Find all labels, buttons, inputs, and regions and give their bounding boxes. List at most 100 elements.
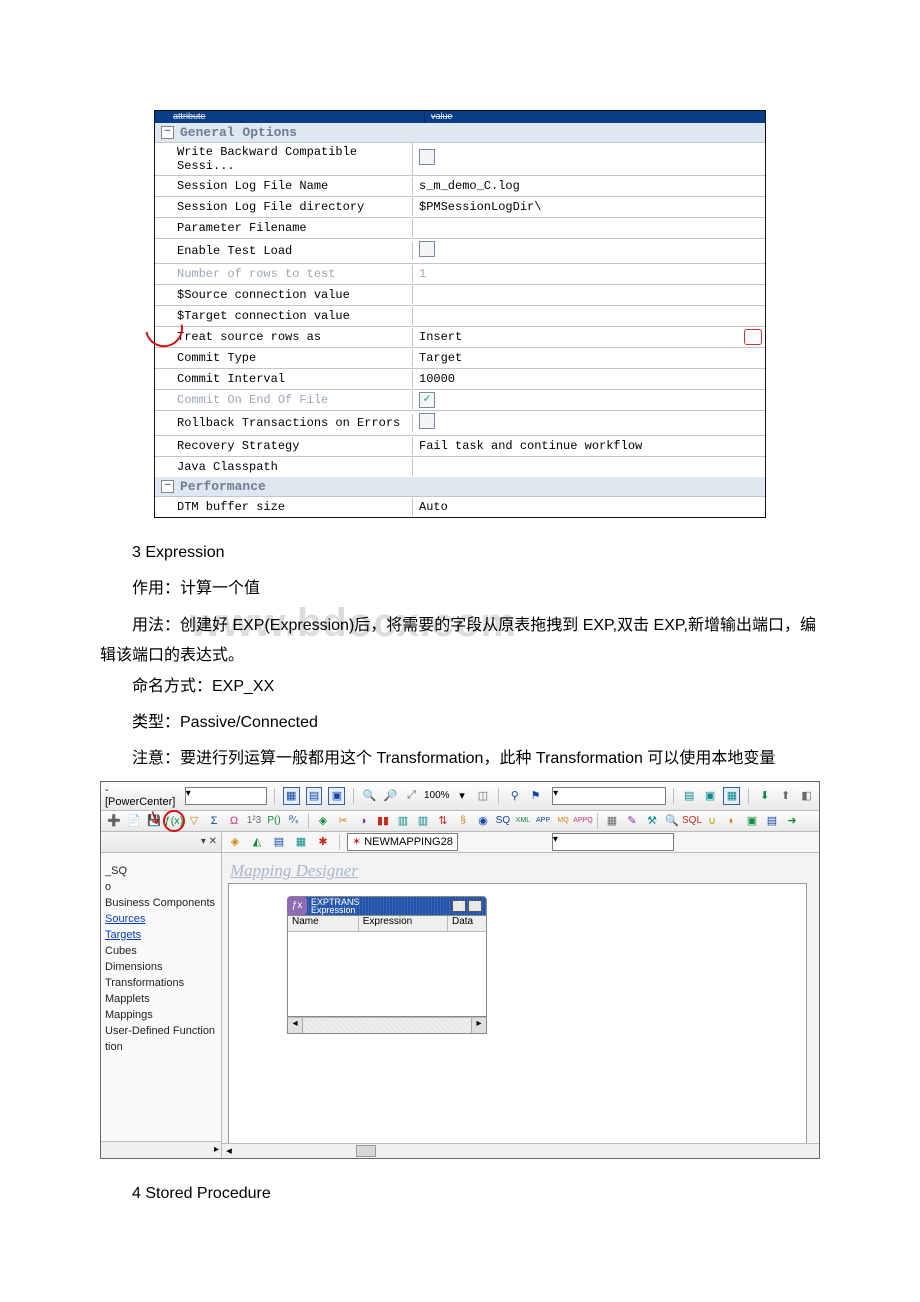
- pal-tool2-icon[interactable]: ✎: [624, 813, 640, 829]
- checkbox[interactable]: [419, 149, 435, 165]
- nav-item[interactable]: Mapplets: [101, 991, 221, 1007]
- pal-t5-icon[interactable]: ▤: [764, 813, 780, 829]
- property-value[interactable]: [413, 411, 765, 435]
- pal-tool1-icon[interactable]: ▦: [604, 813, 620, 829]
- min-icon[interactable]: ?: [452, 900, 466, 912]
- zoom-in-icon[interactable]: 🔍: [362, 788, 377, 804]
- pal-123-icon[interactable]: 1²3: [246, 813, 262, 829]
- property-value[interactable]: ✓: [413, 390, 765, 410]
- view2-icon[interactable]: ▤: [306, 787, 323, 805]
- nav-item[interactable]: tion: [101, 1039, 221, 1055]
- property-value[interactable]: $PMSessionLogDir\: [413, 198, 765, 216]
- workspace-dropdown[interactable]: ▾: [552, 833, 674, 851]
- workspace-scrollbar[interactable]: ◂: [222, 1143, 819, 1158]
- pal-joiner-icon[interactable]: ◈: [315, 813, 331, 829]
- nav-item[interactable]: Transformations: [101, 975, 221, 991]
- nav-item[interactable]: Dimensions: [101, 959, 221, 975]
- tab-ic3-icon[interactable]: ▤: [271, 834, 287, 850]
- nav-item[interactable]: Targets: [101, 927, 221, 943]
- pal-save-icon[interactable]: 💾: [146, 813, 162, 829]
- col-name[interactable]: Name: [288, 916, 359, 931]
- pal-update-icon[interactable]: ▮▮: [375, 813, 391, 829]
- paste-icon[interactable]: ▦: [723, 787, 740, 805]
- nav-item[interactable]: Business Components: [101, 895, 221, 911]
- checkbox[interactable]: ✓: [419, 392, 435, 408]
- transformation-titlebar[interactable]: ƒx EXPTRANS Expression ? -: [287, 896, 487, 916]
- property-value[interactable]: s_m_demo_C.log: [413, 177, 765, 195]
- pal-router-icon[interactable]: ✂: [335, 813, 351, 829]
- col-expression[interactable]: Expression: [359, 916, 448, 931]
- tab-ic2-icon[interactable]: ◭: [249, 834, 265, 850]
- nav-scrollbar[interactable]: ▸: [101, 1141, 221, 1158]
- pal-union-icon[interactable]: ∪: [704, 813, 720, 829]
- tab-ic5-icon[interactable]: ✱: [315, 834, 331, 850]
- find-icon[interactable]: ⚑: [528, 788, 543, 804]
- transformation-grid[interactable]: Name Expression Data: [287, 916, 487, 1017]
- save-icon[interactable]: ▤: [682, 788, 697, 804]
- property-value[interactable]: [413, 293, 765, 297]
- property-row[interactable]: $Source connection value: [155, 284, 765, 305]
- expression-transformation-window[interactable]: ƒx EXPTRANS Expression ? -: [287, 896, 487, 1034]
- nav-item[interactable]: User-Defined Function: [101, 1023, 221, 1039]
- property-value[interactable]: [413, 465, 765, 469]
- property-value[interactable]: [413, 239, 765, 263]
- pal-proc-icon[interactable]: P(): [266, 813, 282, 829]
- property-row[interactable]: Session Log File directory$PMSessionLogD…: [155, 196, 765, 217]
- pal-sql-icon[interactable]: SQL: [684, 813, 700, 829]
- section-general-options[interactable]: − General Options: [155, 123, 765, 142]
- property-value[interactable]: [413, 226, 765, 230]
- pal-seq-icon[interactable]: ▥: [415, 813, 431, 829]
- pal-aggregator-icon[interactable]: Σ: [206, 813, 222, 829]
- view3-icon[interactable]: ▣: [328, 787, 345, 805]
- property-value[interactable]: Target: [413, 349, 765, 367]
- pal-rank-icon[interactable]: Ω: [226, 813, 242, 829]
- zoom-out-icon[interactable]: 🔎: [383, 788, 398, 804]
- property-value[interactable]: 10000: [413, 370, 765, 388]
- property-row[interactable]: $Target connection value: [155, 305, 765, 326]
- tab-ic4-icon[interactable]: ▦: [293, 834, 309, 850]
- property-value[interactable]: Fail task and continue workflow: [413, 437, 765, 455]
- collapse-icon[interactable]: -: [468, 900, 482, 912]
- pal-new-icon[interactable]: ➕: [106, 813, 122, 829]
- pal-lkp-icon[interactable]: ◑: [355, 813, 371, 829]
- nav-item[interactable]: _SQ: [101, 863, 221, 879]
- pal-t4-icon[interactable]: ▣: [744, 813, 760, 829]
- property-value[interactable]: 1: [413, 265, 765, 283]
- pal-java-icon[interactable]: ◐: [724, 813, 740, 829]
- checkbox[interactable]: [419, 413, 435, 429]
- link-icon[interactable]: ⚲: [507, 788, 522, 804]
- right-dropdown[interactable]: ▾: [552, 787, 666, 805]
- transformation-scrollbar[interactable]: ◂▸: [287, 1017, 487, 1034]
- property-row[interactable]: Treat source rows asInsert: [155, 326, 765, 347]
- nav-item[interactable]: o: [101, 879, 221, 895]
- pal-mq-icon[interactable]: MQ: [555, 813, 571, 829]
- pal-appq-icon[interactable]: APPQ: [575, 813, 591, 829]
- zoom-dropdown-icon[interactable]: ▾: [455, 788, 470, 804]
- property-value[interactable]: Insert: [413, 328, 765, 346]
- property-row[interactable]: Commit Interval10000: [155, 368, 765, 389]
- pal-expression-icon[interactable]: ƒ(x): [166, 813, 182, 829]
- pal-filter-icon[interactable]: ▽: [186, 813, 202, 829]
- checkbox[interactable]: [419, 241, 435, 257]
- property-row[interactable]: Rollback Transactions on Errors: [155, 410, 765, 435]
- collapse-icon[interactable]: −: [161, 126, 174, 139]
- pal-tool3-icon[interactable]: ⚒: [644, 813, 660, 829]
- pal-open-icon[interactable]: 📄: [126, 813, 142, 829]
- property-row[interactable]: Session Log File Names_m_demo_C.log: [155, 175, 765, 196]
- export-icon[interactable]: ⬆: [778, 788, 793, 804]
- property-row[interactable]: Commit On End Of File✓: [155, 389, 765, 410]
- property-row[interactable]: Java Classpath: [155, 456, 765, 477]
- property-row[interactable]: Number of rows to test1: [155, 263, 765, 284]
- property-row[interactable]: DTM buffer size Auto: [155, 496, 765, 517]
- pal-app-icon[interactable]: APP: [535, 813, 551, 829]
- pal-search-icon[interactable]: 🔍: [664, 813, 680, 829]
- property-row[interactable]: Write Backward Compatible Sessi...: [155, 142, 765, 175]
- pal-xml-icon[interactable]: XML: [515, 813, 531, 829]
- copy-icon[interactable]: ▣: [703, 788, 718, 804]
- tool-a-icon[interactable]: ◫: [475, 788, 490, 804]
- nav-item[interactable]: Sources: [101, 911, 221, 927]
- property-value[interactable]: [413, 147, 765, 171]
- pal-sq-icon[interactable]: SQ: [495, 813, 511, 829]
- repository-dropdown[interactable]: ▾: [185, 787, 267, 805]
- col-datatype[interactable]: Data: [448, 916, 486, 931]
